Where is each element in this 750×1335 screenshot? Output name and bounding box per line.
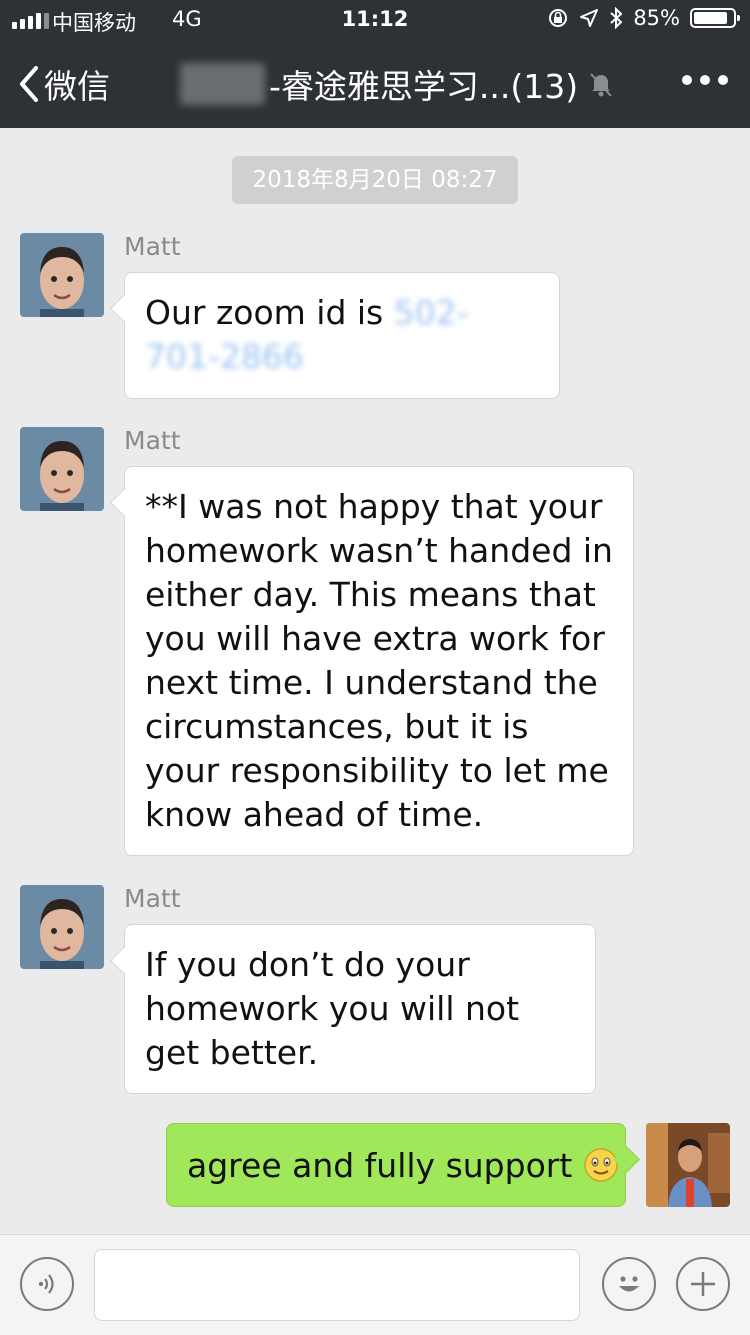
- message-text: agree and fully support: [187, 1146, 573, 1185]
- message-timestamp: 2018年8月20日 08:27: [232, 156, 518, 204]
- avatar-image: [20, 885, 104, 969]
- back-button[interactable]: 微信: [18, 60, 110, 108]
- back-label: 微信: [44, 67, 110, 106]
- more-icon: [682, 75, 692, 85]
- sender-name: Matt: [124, 426, 181, 455]
- top-bar: 中国移动 4G 11:12 85% 微信 -睿途雅思学习...(13): [0, 0, 750, 128]
- emoji-button[interactable]: [602, 1257, 656, 1311]
- avatar-image: [20, 427, 104, 511]
- redacted-name: [180, 63, 265, 105]
- message-text: **I was not happy that your homework was…: [145, 487, 613, 834]
- avatar[interactable]: [20, 427, 104, 511]
- message-text: Our zoom id is: [145, 293, 394, 332]
- emoji-icon: [619, 1276, 639, 1292]
- chat-title: -睿途雅思学习...(13): [180, 60, 614, 108]
- bluetooth-icon: [610, 7, 623, 29]
- sender-name: Matt: [124, 232, 181, 261]
- nav-bar: 微信 -睿途雅思学习...(13): [0, 40, 750, 128]
- message-bubble[interactable]: If you don’t do your homework you will n…: [124, 924, 596, 1094]
- plus-button[interactable]: [676, 1257, 730, 1311]
- message-text: If you don’t do your homework you will n…: [145, 945, 520, 1072]
- back-chevron-icon: [20, 66, 38, 102]
- status-bar: 中国移动 4G 11:12 85%: [0, 0, 750, 40]
- mute-bell-icon: [590, 73, 612, 97]
- orientation-lock-icon: [549, 9, 568, 27]
- chat-title-text: -睿途雅思学习...(13): [269, 67, 579, 106]
- message-input[interactable]: [94, 1249, 580, 1321]
- battery-percent: 85%: [633, 6, 680, 30]
- my-avatar[interactable]: [646, 1123, 730, 1207]
- message-bubble[interactable]: **I was not happy that your homework was…: [124, 466, 634, 856]
- battery-icon: [690, 8, 740, 28]
- avatar-image: [20, 233, 104, 317]
- avatar[interactable]: [20, 885, 104, 969]
- plus-icon: [691, 1272, 715, 1296]
- status-icons: 85%: [547, 6, 740, 30]
- voice-icon: [38, 1274, 54, 1294]
- location-icon: [580, 9, 599, 27]
- message-bubble[interactable]: Our zoom id is 502-701-2866: [124, 272, 560, 399]
- sender-name: Matt: [124, 884, 181, 913]
- avatar-image: [646, 1123, 730, 1207]
- avatar[interactable]: [20, 233, 104, 317]
- smile-emoji-icon: [584, 1148, 618, 1182]
- more-button[interactable]: [682, 75, 728, 85]
- voice-button[interactable]: [20, 1257, 74, 1311]
- input-bar: [0, 1234, 750, 1335]
- my-message-bubble[interactable]: agree and fully support: [166, 1123, 626, 1207]
